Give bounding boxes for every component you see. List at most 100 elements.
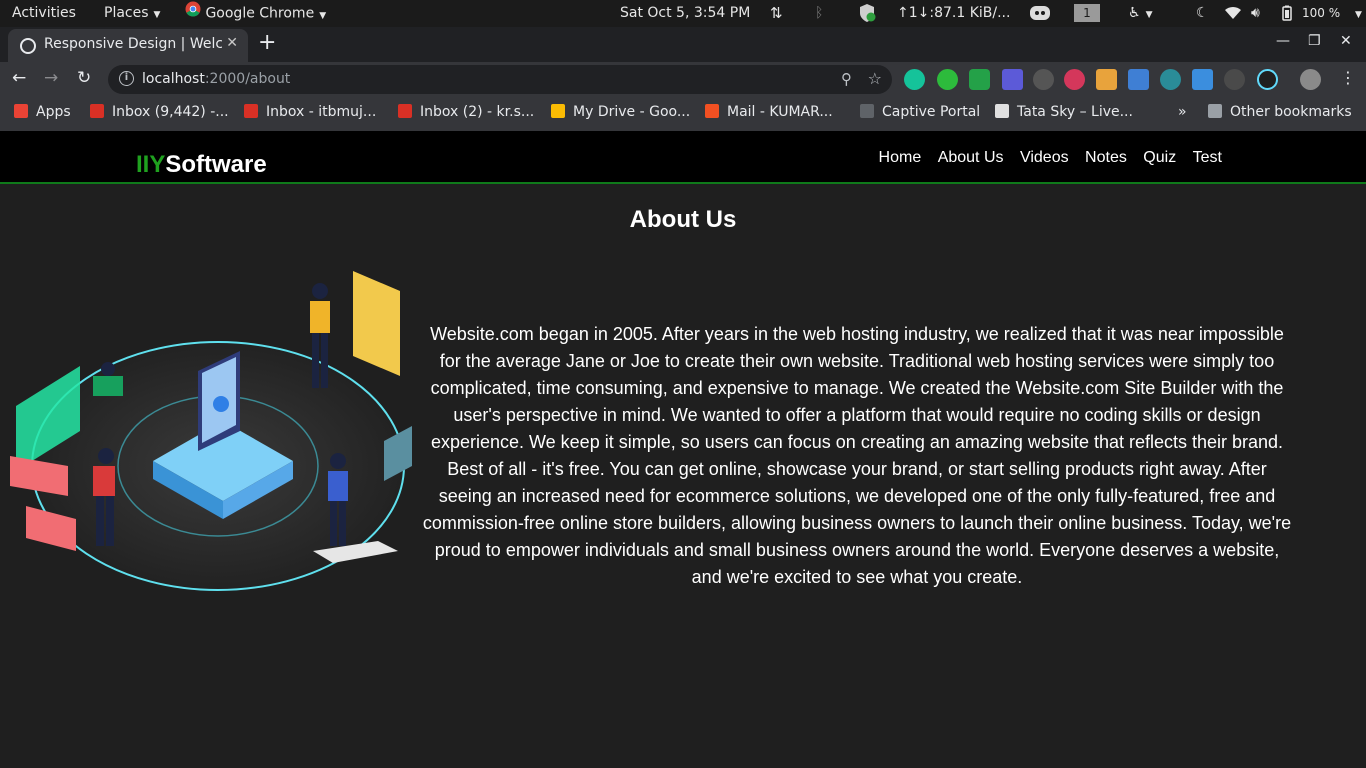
volume-icon: 🔊︎ <box>1251 5 1260 21</box>
color-extension-icon[interactable] <box>1064 69 1085 90</box>
react-devtools-icon[interactable] <box>1257 69 1278 90</box>
bookmark-item[interactable]: Mail - KUMAR... <box>705 104 833 120</box>
bookmark-favicon-icon <box>705 104 719 118</box>
network-speed: ↑1↓:87.1 KiB/... <box>897 5 1011 21</box>
gray-extension-icon[interactable] <box>1224 69 1245 90</box>
url-host: localhost <box>142 71 205 87</box>
accessibility-menu[interactable]: ♿ ▼ <box>1128 0 1152 27</box>
bookmark-star-icon[interactable]: ☆ <box>868 69 882 88</box>
web-page: IIYSoftware Home About Us Videos Notes Q… <box>0 131 1366 768</box>
nav-videos[interactable]: Videos <box>1020 149 1069 166</box>
system-top-bar: Activities Places ▼ Google Chrome ▼ Sat Oc… <box>0 0 1366 27</box>
nav-test[interactable]: Test <box>1193 149 1222 166</box>
nav-home[interactable]: Home <box>879 149 922 166</box>
window-extension-icon[interactable] <box>1128 69 1149 90</box>
menu-icon[interactable]: ⋮ <box>1340 68 1356 87</box>
other-bookmarks-label: Other bookmarks <box>1230 104 1352 120</box>
bookmark-item[interactable]: Inbox (2) - kr.s... <box>398 104 534 120</box>
g-extension-icon[interactable] <box>1192 69 1213 90</box>
bookmark-label: Tata Sky – Live... <box>1017 104 1133 120</box>
battery-icon <box>1282 0 1292 27</box>
bookmark-label: Captive Portal <box>882 104 981 120</box>
about-illustration <box>10 271 412 591</box>
bookmark-item[interactable]: Tata Sky – Live... <box>995 104 1133 120</box>
wifi-icon <box>1224 0 1242 27</box>
shield-icon <box>858 0 876 27</box>
green-extension-icon[interactable] <box>969 69 990 90</box>
bookmark-favicon-icon <box>398 104 412 118</box>
bookmark-item[interactable]: Apps <box>14 104 71 120</box>
bluetooth-icon: ᛒ <box>815 5 824 21</box>
nav-about-us[interactable]: About Us <box>938 149 1004 166</box>
bookmark-favicon-icon <box>14 104 28 118</box>
workspace-number: 1 <box>1074 4 1100 22</box>
bookmark-label: My Drive - Goo... <box>573 104 691 120</box>
bookmark-favicon-icon <box>551 104 565 118</box>
profile-avatar[interactable] <box>1300 69 1321 90</box>
tab-title: Responsive Design | Welcome <box>44 36 222 52</box>
site-navbar: IIYSoftware Home About Us Videos Notes Q… <box>0 131 1366 184</box>
site-nav-links: Home About Us Videos Notes Quiz Test <box>867 149 1222 167</box>
bookmarks-overflow-button[interactable]: » <box>1178 104 1187 120</box>
other-bookmarks[interactable]: Other bookmarks <box>1208 104 1352 120</box>
bookmark-favicon-icon <box>90 104 104 118</box>
nav-notes[interactable]: Notes <box>1085 149 1127 166</box>
clock[interactable]: Sat Oct 5, 3:54 PM <box>620 0 750 27</box>
window-close-button[interactable]: ✕ <box>1340 33 1352 49</box>
pencil-extension-icon[interactable] <box>1096 69 1117 90</box>
forward-button[interactable]: → <box>44 68 58 88</box>
logo-accent: IIY <box>136 151 166 178</box>
bookmark-label: Inbox (9,442) -... <box>112 104 229 120</box>
minimize-button[interactable]: — <box>1276 33 1290 49</box>
new-tab-button[interactable]: + <box>258 30 276 55</box>
workspace-indicator[interactable]: 1 <box>1074 0 1100 27</box>
bookmark-item[interactable]: Captive Portal <box>860 104 980 120</box>
bookmark-item[interactable]: Inbox - itbmuj... <box>244 104 376 120</box>
nav-quiz[interactable]: Quiz <box>1143 149 1176 166</box>
bookmark-item[interactable]: Inbox (9,442) -... <box>90 104 229 120</box>
bookmark-favicon-icon <box>244 104 258 118</box>
grammarly-icon[interactable] <box>904 69 925 90</box>
battery-percent: 100 % <box>1302 6 1341 20</box>
zoom-icon[interactable]: ⚲ <box>841 70 852 88</box>
address-bar[interactable]: i localhost:2000/about ⚲ ☆ <box>108 65 892 94</box>
transfer-icon: ⇅ <box>770 4 783 22</box>
url-path: :2000/about <box>204 71 291 87</box>
chevron-down-icon[interactable]: ▼ <box>1350 0 1362 27</box>
night-light-icon: ☾ <box>1196 5 1209 21</box>
places-menu[interactable]: Places ▼ <box>104 0 160 27</box>
site-logo[interactable]: IIYSoftware <box>136 151 267 179</box>
accessibility-icon: ♿ <box>1128 5 1141 21</box>
folder-icon <box>1208 104 1222 118</box>
reload-button[interactable]: ↻ <box>77 68 91 88</box>
record-extension-icon[interactable] <box>1033 69 1054 90</box>
bookmark-label: Inbox - itbmuj... <box>266 104 377 120</box>
browser-toolbar: ← → ↻ i localhost:2000/about ⚲ ☆ ⋮ <box>0 62 1366 97</box>
url-text: localhost:2000/about <box>142 71 290 87</box>
browser-tab[interactable]: Responsive Design | Welcome ✕ <box>8 29 248 62</box>
logo-text: Software <box>165 151 267 178</box>
bookmark-label: Apps <box>36 104 71 120</box>
about-paragraph: Website.com began in 2005. After years i… <box>422 324 1292 587</box>
hand-extension-icon[interactable] <box>937 69 958 90</box>
chevron-down-icon: ▼ <box>153 10 161 20</box>
bookmark-label: Mail - KUMAR... <box>727 104 833 120</box>
bookmark-favicon-icon <box>995 104 1009 118</box>
chrome-icon <box>185 0 201 27</box>
info-icon[interactable]: i <box>119 71 134 86</box>
close-icon[interactable]: ✕ <box>226 35 238 51</box>
globe-extension-icon[interactable] <box>1160 69 1181 90</box>
back-button[interactable]: ← <box>12 68 26 88</box>
discord-icon <box>1029 0 1051 27</box>
tab-strip: Responsive Design | Welcome ✕ + — ❐ ✕ <box>0 27 1366 62</box>
app-menu[interactable]: Google Chrome ▼ <box>185 0 326 27</box>
frame-extension-icon[interactable] <box>1002 69 1023 90</box>
page-title: About Us <box>629 206 737 233</box>
bookmark-label: Inbox (2) - kr.s... <box>420 104 535 120</box>
app-label: Google Chrome <box>205 5 315 22</box>
chevron-down-icon: ▼ <box>1145 10 1153 20</box>
activities-button[interactable]: Activities <box>12 0 76 27</box>
maximize-button[interactable]: ❐ <box>1308 33 1321 49</box>
bookmark-item[interactable]: My Drive - Goo... <box>551 104 690 120</box>
bookmarks-bar: Tata Sky – Live... Captive Portal Mail - K… <box>0 97 1366 131</box>
